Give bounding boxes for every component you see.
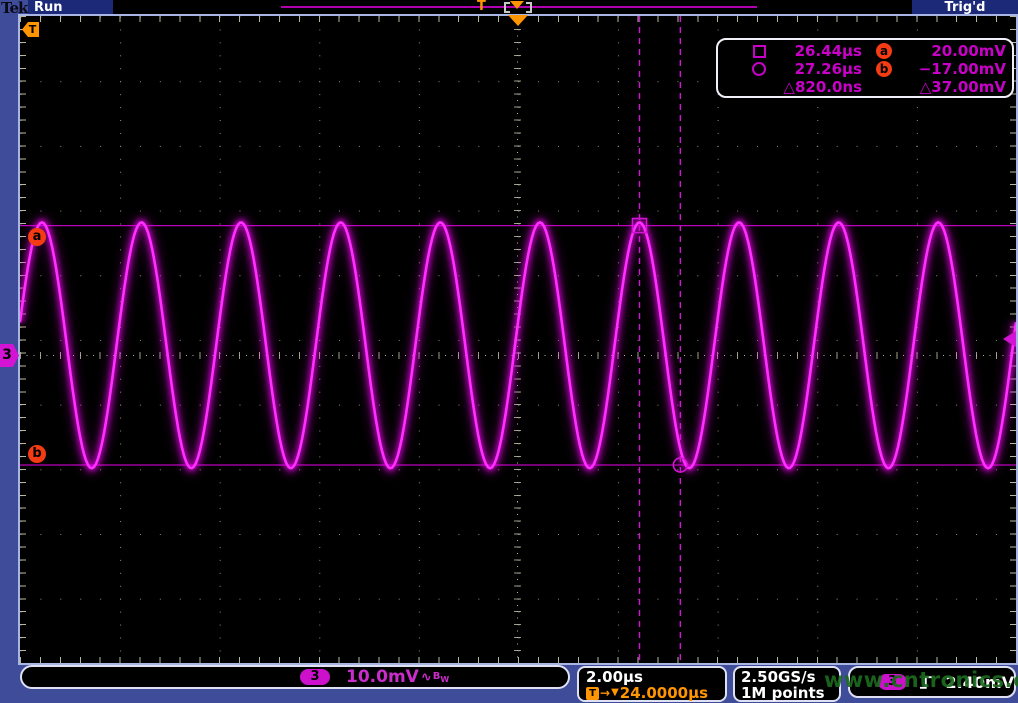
cursor-readout-panel: 26.44µs a 20.00mV 27.26µs b −17.00mV △82… [716,38,1014,98]
trigger-status-badge: Trig'd [912,0,1018,15]
cursor-readout-row-b: 27.26µs b −17.00mV [718,60,1012,78]
cursor-a-badge-icon: a [876,43,892,59]
trigger-level-arrow-icon[interactable] [1003,331,1016,347]
top-status-bar: Tek Run T Trig'd [0,0,1018,15]
cursor-a-time: 26.44µs [770,42,862,60]
channel-3-position-marker[interactable]: 3 [0,344,19,367]
square-cursor-icon [753,45,766,58]
channel-3-readout-box[interactable]: 3 10.0mV ∿ BW [20,665,570,689]
horizontal-readout-box[interactable]: 2.00µs T → ▼ 24.0000µs [577,666,727,702]
coupling-sine-icon: ∿ [421,670,432,685]
channel-3-scale: 10.0mV [346,667,419,687]
trigger-t-icon: T [586,687,599,700]
record-trigger-position-icon: T [477,0,486,14]
oscilloscope-screen: Tek Run T Trig'd [0,0,1018,703]
expansion-point-marker-icon[interactable] [508,15,528,26]
horizontal-delay-value: 24.0000µs [620,685,708,701]
cursor-a-badge[interactable]: a [28,228,46,246]
cursor-b-voltage: −17.00mV [906,60,1006,78]
graticule-frame: T a b 26.44µs a 20.00mV 27.26µs b −17.00… [18,14,1018,665]
cursor-b-badge-icon: b [876,61,892,77]
bandwidth-limit-icon: BW [433,671,449,684]
horizontal-delay-row: T → ▼ 24.0000µs [586,685,725,701]
triangle-down-icon: ▼ [611,685,619,701]
watermark: www.cntronics.com [824,668,1018,692]
waveform-trace-glow [20,222,1016,468]
delta-time: △820.0ns [770,78,862,96]
record-window-bracket-right[interactable] [526,2,532,13]
acquisition-status-badge: Run [28,0,113,15]
arrow-right-icon: → [600,685,610,701]
brand-corner: Tek [0,0,28,15]
cursor-b-time: 27.26µs [770,60,862,78]
graticule: T a b 26.44µs a 20.00mV 27.26µs b −17.00… [20,16,1016,663]
circle-cursor-icon [752,62,766,76]
cursor-readout-row-delta: △820.0ns △37.00mV [718,78,1012,96]
delta-voltage: △37.00mV [906,78,1006,96]
cursor-a-voltage: 20.00mV [906,42,1006,60]
channel-3-badge: 3 [300,669,330,685]
waveform-plot [20,16,1016,663]
cursor-readout-row-a: 26.44µs a 20.00mV [718,42,1012,60]
record-expansion-point-icon [510,1,524,9]
cursor-b-badge[interactable]: b [28,445,46,463]
horizontal-scale: 2.00µs [586,669,725,685]
